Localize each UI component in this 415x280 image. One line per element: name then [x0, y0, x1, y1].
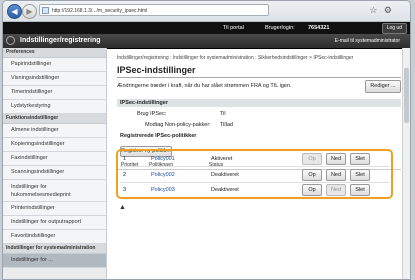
sidebar-heading-admin: Indstillinger for systemadministration	[3, 244, 106, 254]
sidebar-item[interactable]: Favoritindstillinger	[3, 230, 106, 244]
scrollbar[interactable]	[402, 48, 410, 279]
policy-link[interactable]: Policy002	[151, 172, 175, 178]
up-button[interactable]: Op	[302, 169, 322, 181]
portal-link[interactable]: Til portal	[223, 25, 244, 31]
sidebar-item[interactable]: Scanningsindstillinger	[3, 166, 106, 180]
row-priority: 3	[123, 187, 127, 193]
down-button[interactable]: Ned	[326, 184, 346, 196]
logout-button[interactable]: Log ud	[381, 23, 407, 34]
sidebar-item[interactable]: Faxindstillinger	[3, 152, 106, 166]
sidebar-item[interactable]: Indstillinger for outputrapport	[3, 216, 106, 230]
login-label: Brugerlogin:	[265, 25, 295, 31]
divider	[117, 77, 401, 78]
sidebar-item[interactable]: Indstillinger for hukommelsesmedieprint	[3, 180, 106, 202]
use-ipsec-row: Brug IPSec: Til	[117, 111, 401, 118]
sidebar: Preferences Papirindstillinger Visningsi…	[3, 48, 107, 279]
user-id: 7654321	[308, 25, 330, 31]
browser-menu-icons[interactable]: ☆ ⚙	[369, 5, 394, 16]
scrollbar-thumb[interactable]	[404, 68, 409, 123]
top-status-bar: Til portal Brugerlogin: 7654321 Log ud	[3, 22, 410, 34]
delete-button[interactable]: Slet	[350, 153, 370, 165]
sidebar-item[interactable]: Printerindstillinger	[3, 202, 106, 216]
sidebar-heading-preferences: Preferences	[3, 48, 106, 58]
table-row: 3 Policy003 Deaktiveret Op Ned Slet	[119, 183, 390, 196]
sidebar-heading-functions: Funktionsindstillinger	[3, 114, 106, 124]
row-divider	[119, 166, 390, 167]
restart-notice: Ændringerne træder i kraft, når du har s…	[117, 80, 401, 93]
table-row: 1 Policy001 Aktiveret Op Ned Slet	[119, 152, 390, 165]
address-bar[interactable]: http://192.168.1.3/.../m_security_ipsec.…	[39, 4, 269, 16]
sidebar-item[interactable]: Lydstyrkestyring	[3, 100, 106, 114]
sidebar-item[interactable]: Kopieringsindstillinger	[3, 138, 106, 152]
policy-link[interactable]: Policy001	[151, 156, 175, 162]
delete-button[interactable]: Slet	[350, 169, 370, 181]
down-button[interactable]: Ned	[326, 169, 346, 181]
receive-value: Tillad	[220, 122, 233, 128]
forward-icon[interactable]: ▶	[22, 4, 37, 19]
page-title: IPSec-indstillinger	[117, 65, 196, 75]
address-text: http://192.168.1.3/.../m_security_ipsec.…	[52, 8, 148, 14]
sidebar-item[interactable]: Papirindstillinger	[3, 58, 106, 72]
down-button[interactable]: Ned	[326, 153, 346, 165]
up-button[interactable]: Op	[302, 153, 322, 165]
receive-label: Modtag Non-policy-pakker:	[145, 122, 211, 128]
policy-link[interactable]: Policy003	[151, 187, 175, 193]
receive-row: Modtag Non-policy-pakker: Tillad	[117, 122, 401, 129]
sidebar-item[interactable]: Timerindstillinger	[3, 86, 106, 100]
sidebar-item[interactable]: Almene indstillinger	[3, 124, 106, 138]
mail-admin-link[interactable]: E-mail til systemadministrator	[335, 38, 400, 44]
browser-window: ◀ ▶ http://192.168.1.3/.../m_security_ip…	[2, 0, 411, 280]
row-status: Deaktiveret	[211, 172, 239, 178]
row-priority: 2	[123, 172, 127, 178]
use-ipsec-label: Brug IPSec:	[137, 111, 167, 117]
sidebar-item[interactable]: Visningsindstillinger	[3, 72, 106, 86]
up-button[interactable]: Op	[302, 184, 322, 196]
settings-logo-icon	[6, 36, 15, 45]
row-status: Aktiveret	[211, 156, 233, 162]
table-row: 2 Policy002 Deaktiveret Op Ned Slet	[119, 168, 390, 181]
section-header: IPSec-indstillinger	[117, 99, 401, 107]
breadcrumb[interactable]: Indstillinger/registrering : Indstilling…	[117, 55, 401, 61]
edit-button[interactable]: Rediger ...	[365, 80, 401, 93]
delete-button[interactable]: Slet	[350, 184, 370, 196]
use-ipsec-value: Til	[220, 111, 226, 117]
notice-text: Ændringerne træder i kraft, når du har s…	[117, 83, 292, 89]
back-to-top-icon[interactable]: ▲	[119, 204, 126, 211]
browser-toolbar: ◀ ▶ http://192.168.1.3/.../m_security_ip…	[3, 1, 410, 22]
app-header: Indstillinger/registrering E-mail til sy…	[3, 34, 410, 49]
app-title: Indstillinger/registrering	[20, 37, 101, 44]
row-priority: 1	[123, 156, 127, 162]
sidebar-item-active[interactable]: Indstillinger for ...	[3, 254, 106, 268]
row-status: Deaktiveret	[211, 187, 239, 193]
registered-policies-label: Registrerede IPSec-politikker	[120, 133, 197, 139]
page-icon	[42, 7, 49, 14]
back-icon[interactable]: ◀	[7, 4, 22, 19]
